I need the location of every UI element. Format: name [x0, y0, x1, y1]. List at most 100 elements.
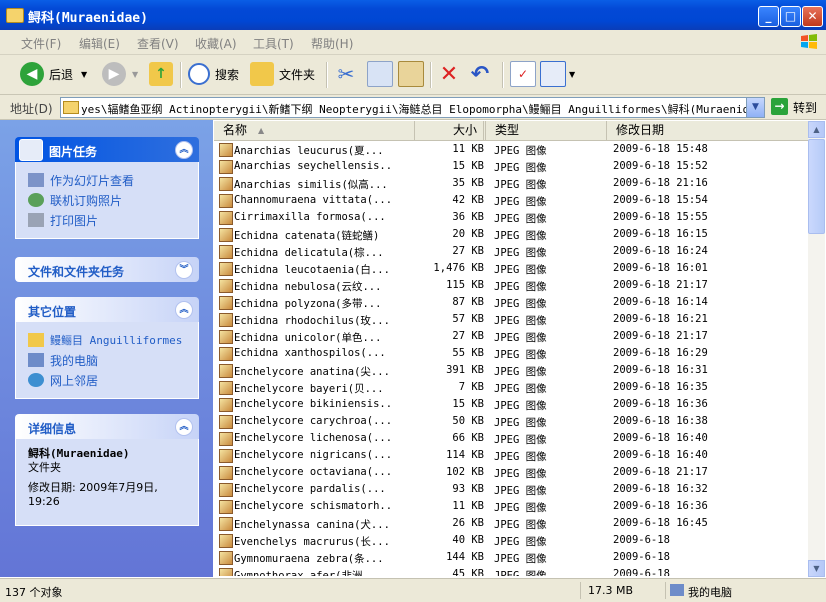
column-type[interactable]: 类型 — [489, 121, 607, 140]
details-header[interactable]: 详细信息 ︽ — [15, 414, 199, 439]
up-folder-button[interactable]: ↑ — [149, 60, 173, 88]
file-size: 102 KB — [446, 466, 484, 478]
file-date: 2009-6-18 15:55 — [613, 211, 708, 223]
other-places-header[interactable]: 其它位置 ︽ — [15, 297, 199, 322]
scroll-thumb[interactable] — [808, 139, 825, 234]
search-icon — [188, 63, 210, 85]
properties-button[interactable]: ✓ — [510, 60, 536, 88]
go-button[interactable]: 转到 — [793, 99, 817, 116]
file-row[interactable]: Evenchelys macrurus(长... 40 KB JPEG 图像 2009… — [214, 532, 808, 549]
file-row[interactable]: Echidna polyzona(多带... 87 KB JPEG 图像 2009-6… — [214, 294, 808, 311]
task-pane: 图片任务 ︽ 作为幻灯片查看 联机订购照片 打印图片 文件和文件夹任务 ︾ 其它… — [0, 120, 213, 577]
file-row[interactable]: Enchelycore octaviana(... 102 KB JPEG 图像 20… — [214, 464, 808, 481]
slideshow-link[interactable]: 作为幻灯片查看 — [28, 170, 198, 190]
minimize-button[interactable]: _ — [758, 6, 779, 27]
cut-button[interactable]: ✂ — [334, 60, 358, 88]
file-row[interactable]: Enchelycore schismatorh... 11 KB JPEG 图像 20… — [214, 498, 808, 515]
file-row[interactable]: Anarchias seychellensis... 15 KB JPEG 图像 20… — [214, 158, 808, 175]
collapse-chevron-icon[interactable]: ︽ — [175, 141, 193, 159]
go-arrow-icon[interactable]: → — [771, 98, 788, 115]
title-bar: 鲟科(Muraenidae) _ □ ✕ — [0, 0, 826, 30]
file-folder-tasks-header[interactable]: 文件和文件夹任务 ︾ — [15, 257, 199, 282]
file-row[interactable]: Echidna nebulosa(云纹... 115 KB JPEG 图像 2009-… — [214, 277, 808, 294]
views-dropdown-icon[interactable]: ▼ — [569, 70, 575, 79]
file-row[interactable]: Enchelycore bikiniensis... 15 KB JPEG 图像 20… — [214, 396, 808, 413]
file-name: Echidna delicatula(棕... — [234, 247, 384, 259]
menu-file[interactable]: 文件(F) — [21, 35, 61, 52]
file-type: JPEG 图像 — [494, 451, 547, 463]
file-row[interactable]: Enchelycore nigricans(... 114 KB JPEG 图像 20… — [214, 447, 808, 464]
forward-dropdown-icon[interactable]: ▼ — [132, 70, 138, 79]
my-computer-link[interactable]: 我的电脑 — [28, 350, 198, 370]
file-row[interactable]: Gymnomuraena zebra(条... 144 KB JPEG 图像 2009… — [214, 549, 808, 566]
address-dropdown-icon[interactable]: ▼ — [746, 97, 765, 118]
menu-favorites[interactable]: 收藏(A) — [195, 35, 237, 52]
file-row[interactable]: Echidna rhodochilus(玫... 57 KB JPEG 图像 2009… — [214, 311, 808, 328]
file-name: Enchelycore carychroa(... — [234, 415, 393, 427]
file-row[interactable]: Echidna leucotaenia(白... 1,476 KB JPEG 图像 2… — [214, 260, 808, 277]
file-row[interactable]: Anarchias similis(似高... 35 KB JPEG 图像 2009-… — [214, 175, 808, 192]
paste-button[interactable] — [398, 60, 424, 88]
file-type: JPEG 图像 — [494, 281, 547, 293]
file-row[interactable]: Enchelycore lichenosa(... 66 KB JPEG 图像 200… — [214, 430, 808, 447]
file-name: Enchelycore anatina(尖... — [234, 366, 390, 378]
file-size: 55 KB — [452, 347, 484, 359]
sort-ascending-icon: ▲ — [258, 126, 265, 135]
file-name: Enchelycore pardalis(... — [234, 483, 386, 495]
file-row[interactable]: Enchelycore pardalis(... 93 KB JPEG 图像 2009… — [214, 481, 808, 498]
column-size[interactable]: 大小 — [414, 121, 484, 140]
file-row[interactable]: Gymnothorax afer(非洲... 45 KB JPEG 图像 2009-6… — [214, 566, 808, 576]
file-row[interactable]: Echidna delicatula(棕... 27 KB JPEG 图像 2009-… — [214, 243, 808, 260]
menu-help[interactable]: 帮助(H) — [311, 35, 353, 52]
back-dropdown-icon[interactable]: ▼ — [81, 70, 87, 79]
file-list: Anarchias leucurus(夏... 11 KB JPEG 图像 2009-… — [214, 141, 808, 576]
file-row[interactable]: Enchelycore anatina(尖... 391 KB JPEG 图像 200… — [214, 362, 808, 379]
folders-button[interactable]: 文件夹 — [250, 60, 315, 88]
maximize-button[interactable]: □ — [780, 6, 801, 27]
expand-chevron-icon[interactable]: ︾ — [175, 261, 193, 279]
delete-button[interactable]: ✕ — [437, 60, 461, 88]
menu-edit[interactable]: 编辑(E) — [79, 35, 120, 52]
column-date[interactable]: 修改日期 — [608, 121, 808, 140]
file-type: JPEG 图像 — [494, 264, 547, 276]
file-type: JPEG 图像 — [494, 502, 547, 514]
scroll-up-button[interactable]: ▲ — [808, 121, 825, 138]
views-button[interactable]: ▼ — [540, 60, 575, 88]
copy-button[interactable] — [367, 60, 393, 88]
file-row[interactable]: Enchelycore bayeri(贝... 7 KB JPEG 图像 2009-6… — [214, 379, 808, 396]
undo-button[interactable]: ↶ — [468, 60, 492, 88]
search-button[interactable]: 搜索 — [188, 60, 239, 88]
file-row[interactable]: Enchelycore carychroa(... 50 KB JPEG 图像 200… — [214, 413, 808, 430]
jpeg-file-icon — [219, 483, 233, 497]
delete-x-icon: ✕ — [439, 61, 459, 87]
file-date: 2009-6-18 16:01 — [613, 262, 708, 274]
address-input[interactable]: yes\辐鳍鱼亚纲 Actinopterygii\新鳍下纲 Neopterygi… — [60, 97, 765, 118]
file-row[interactable]: Enchelynassa canina(犬... 26 KB JPEG 图像 2009… — [214, 515, 808, 532]
jpeg-file-icon — [219, 143, 233, 157]
print-pictures-link[interactable]: 打印图片 — [28, 210, 198, 230]
menu-tools[interactable]: 工具(T) — [253, 35, 294, 52]
order-prints-link[interactable]: 联机订购照片 — [28, 190, 198, 210]
details-panel: 详细信息 ︽ 鲟科(Muraenidae) 文件夹 修改日期: 2009年7月9… — [15, 414, 199, 526]
picture-tasks-header[interactable]: 图片任务 ︽ — [15, 137, 199, 162]
file-row[interactable]: Cirrimaxilla formosa(... 36 KB JPEG 图像 2009… — [214, 209, 808, 226]
folders-icon — [250, 62, 274, 86]
vertical-scrollbar[interactable]: ▲ ▼ — [808, 121, 825, 577]
file-type: JPEG 图像 — [494, 400, 547, 412]
network-places-link[interactable]: 网上邻居 — [28, 370, 198, 390]
file-row[interactable]: Echidna unicolor(单色... 27 KB JPEG 图像 2009-6… — [214, 328, 808, 345]
scroll-down-button[interactable]: ▼ — [808, 560, 825, 577]
back-button[interactable]: ◀ 后退 ▼ — [20, 60, 87, 88]
file-row[interactable]: Channomuraena vittata(... 42 KB JPEG 图像 200… — [214, 192, 808, 209]
forward-button[interactable]: ▶ ▼ — [102, 60, 138, 88]
collapse-chevron-icon[interactable]: ︽ — [175, 301, 193, 319]
menu-view[interactable]: 查看(V) — [137, 35, 179, 52]
collapse-chevron-icon[interactable]: ︽ — [175, 418, 193, 436]
close-button[interactable]: ✕ — [802, 6, 823, 27]
file-row[interactable]: Echidna xanthospilos(... 55 KB JPEG 图像 2009… — [214, 345, 808, 362]
file-row[interactable]: Anarchias leucurus(夏... 11 KB JPEG 图像 2009-… — [214, 141, 808, 158]
place-anguilliformes-link[interactable]: 鳗鲡目 Anguilliformes — [28, 330, 198, 350]
file-date: 2009-6-18 16:45 — [613, 517, 708, 529]
file-row[interactable]: Echidna catenata(链蛇鳝) 20 KB JPEG 图像 2009-6-… — [214, 226, 808, 243]
file-type: JPEG 图像 — [494, 485, 547, 497]
